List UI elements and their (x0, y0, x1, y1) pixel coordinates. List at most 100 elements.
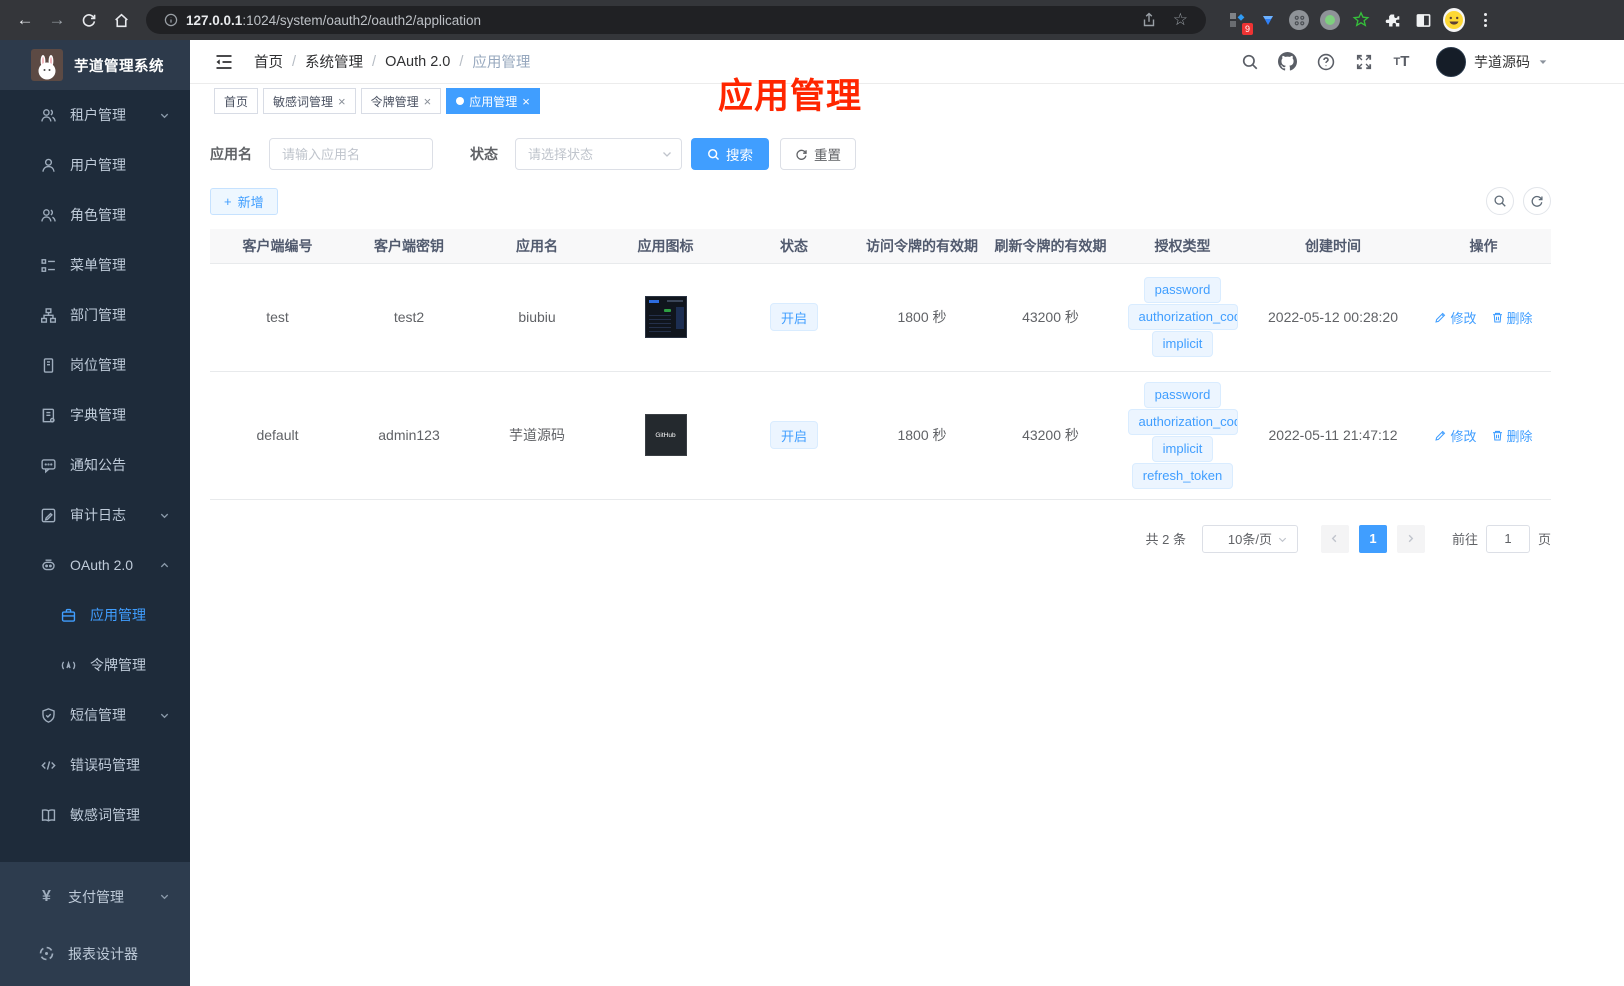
sidebar-item-audit-log[interactable]: 审计日志 (0, 490, 190, 540)
sidebar-menu-bottom: ¥ 支付管理 报表设计器 (0, 862, 190, 986)
header-search-icon[interactable] (1240, 52, 1259, 71)
page-header: 首页 / 系统管理 / OAuth 2.0/ 应用管理 TT 芋道源码 (190, 40, 1624, 84)
cell-app-name: 芋道源码 (473, 371, 601, 500)
browser-address-bar[interactable]: 127.0.0.1:1024/system/oauth2/oauth2/appl… (146, 6, 1206, 34)
close-icon[interactable]: × (338, 94, 346, 109)
sidebar-menu: 租户管理 用户管理 角色管理 菜单管理 部门管理 岗位管理 字典管理 通知公告 … (0, 90, 190, 862)
bookmark-star-icon[interactable]: ☆ (1173, 10, 1188, 30)
sidebar-item-pay[interactable]: ¥ 支付管理 (0, 868, 190, 925)
browser-refresh-button[interactable] (74, 5, 104, 35)
page-size-select[interactable]: 10条/页 (1201, 524, 1298, 553)
table-row: default admin123 芋道源码 GitHub 开启 1800 秒 4… (210, 371, 1551, 500)
tab-sensitive-word[interactable]: 敏感词管理 × (263, 88, 356, 114)
edit-button[interactable]: 修改 (1434, 308, 1477, 327)
trash-icon (1492, 430, 1502, 440)
dictionary-icon (42, 408, 55, 423)
toolbar-search-icon[interactable] (1486, 187, 1514, 215)
search-button[interactable]: 搜索 (691, 138, 769, 170)
chevron-up-icon (159, 560, 170, 571)
add-button[interactable]: + 新增 (210, 187, 278, 215)
tab-application[interactable]: 应用管理 × (446, 88, 540, 114)
active-dot (456, 97, 465, 105)
chevron-down-icon (159, 710, 170, 721)
cell-grant-types: password authorization_code implicit ref… (1115, 371, 1250, 500)
extension-gem-icon[interactable] (1257, 9, 1279, 31)
breadcrumb-system[interactable]: 系统管理 (305, 51, 363, 72)
cell-refresh-ttl: 43200 秒 (986, 263, 1115, 372)
extensions-puzzle-icon[interactable] (1381, 9, 1403, 31)
app-name-label: 应用名 (210, 146, 252, 162)
browser-profile-avatar[interactable] (1443, 8, 1465, 32)
sidebar-item-tenant[interactable]: 租户管理 (0, 90, 190, 140)
sidebar-item-role[interactable]: 角色管理 (0, 190, 190, 240)
extension-grid-icon[interactable]: 9 (1226, 9, 1253, 35)
chevron-down-icon (661, 148, 673, 160)
share-icon[interactable] (1141, 12, 1157, 28)
delete-button[interactable]: 删除 (1491, 308, 1533, 327)
sidebar-item-sensitive-word[interactable]: 敏感词管理 (0, 790, 190, 840)
delete-button[interactable]: 删除 (1491, 426, 1533, 445)
app-title: 芋道管理系统 (74, 58, 164, 75)
app-icon-thumbnail[interactable] (644, 296, 687, 338)
error-code-icon (41, 760, 56, 770)
sidebar-item-dictionary[interactable]: 字典管理 (0, 390, 190, 440)
status-badge[interactable]: 开启 (769, 303, 818, 331)
app-logo[interactable]: 芋道管理系统 (0, 40, 190, 90)
menu-tree-icon (41, 258, 55, 272)
sidebar-item-department[interactable]: 部门管理 (0, 290, 190, 340)
cell-created-at: 2022-05-11 21:47:12 (1250, 371, 1416, 500)
extension-badge: 9 (1241, 23, 1253, 35)
token-broadcast-icon (61, 660, 76, 670)
close-icon[interactable]: × (522, 94, 530, 109)
extension-record-icon[interactable] (1319, 9, 1341, 31)
url-host: 127.0.0.1 (186, 12, 243, 28)
browser-back-button[interactable]: ← (10, 5, 40, 35)
tab-home[interactable]: 首页 (214, 88, 259, 114)
help-icon[interactable] (1316, 52, 1335, 71)
reset-button[interactable]: 重置 (780, 138, 856, 170)
prev-page-button[interactable] (1320, 524, 1349, 553)
fullscreen-icon[interactable] (1354, 52, 1373, 71)
browser-home-button[interactable] (106, 5, 136, 35)
app-icon-thumbnail[interactable]: GitHub (644, 414, 687, 456)
app-name-input[interactable] (269, 138, 433, 170)
status-select-input[interactable] (515, 138, 682, 170)
user-menu[interactable]: 芋道源码 (1436, 46, 1548, 77)
status-select[interactable] (515, 138, 682, 170)
toolbar-refresh-icon[interactable] (1523, 187, 1551, 215)
sidebar-item-sms[interactable]: 短信管理 (0, 690, 190, 740)
sidebar-item-oauth[interactable]: OAuth 2.0 (0, 540, 190, 590)
sidebar-item-announcement[interactable]: 通知公告 (0, 440, 190, 490)
sidebar-item-error-code[interactable]: 错误码管理 (0, 740, 190, 790)
breadcrumb-oauth[interactable]: OAuth 2.0 (385, 54, 450, 70)
page-number-button[interactable]: 1 (1358, 524, 1387, 553)
grant-type-tag: password (1143, 381, 1222, 408)
extension-command-icon[interactable] (1288, 9, 1310, 31)
edit-button[interactable]: 修改 (1434, 426, 1477, 445)
browser-menu-icon[interactable] (1474, 9, 1496, 31)
cell-status: 开启 (730, 371, 858, 500)
tab-token[interactable]: 令牌管理 × (360, 88, 442, 114)
close-icon[interactable]: × (424, 94, 432, 109)
sidebar-item-menu[interactable]: 菜单管理 (0, 240, 190, 290)
status-badge[interactable]: 开启 (769, 421, 818, 449)
next-page-button[interactable] (1396, 524, 1425, 553)
goto-page-input[interactable] (1485, 524, 1530, 553)
sidebar-item-application[interactable]: 应用管理 (0, 590, 190, 640)
github-icon[interactable] (1278, 52, 1297, 71)
browser-forward-button[interactable]: → (42, 5, 72, 35)
sidebar-item-post[interactable]: 岗位管理 (0, 340, 190, 390)
sidebar-panel-icon[interactable] (1412, 9, 1434, 31)
department-org-icon (41, 307, 56, 323)
breadcrumb-home[interactable]: 首页 (254, 51, 283, 72)
sidebar: 芋道管理系统 租户管理 用户管理 角色管理 菜单管理 部门管理 岗位管理 字典管… (0, 40, 190, 986)
sidebar-item-report-designer[interactable]: 报表设计器 (0, 925, 190, 982)
font-size-icon[interactable]: TT (1392, 52, 1411, 71)
post-badge-icon (43, 357, 54, 373)
extension-star-icon[interactable] (1350, 9, 1372, 31)
sidebar-item-user[interactable]: 用户管理 (0, 140, 190, 190)
sidebar-item-token[interactable]: 令牌管理 (0, 640, 190, 690)
site-info-icon[interactable] (164, 13, 178, 27)
sidebar-fold-icon[interactable] (214, 52, 234, 72)
oauth-robot-icon (42, 558, 55, 570)
